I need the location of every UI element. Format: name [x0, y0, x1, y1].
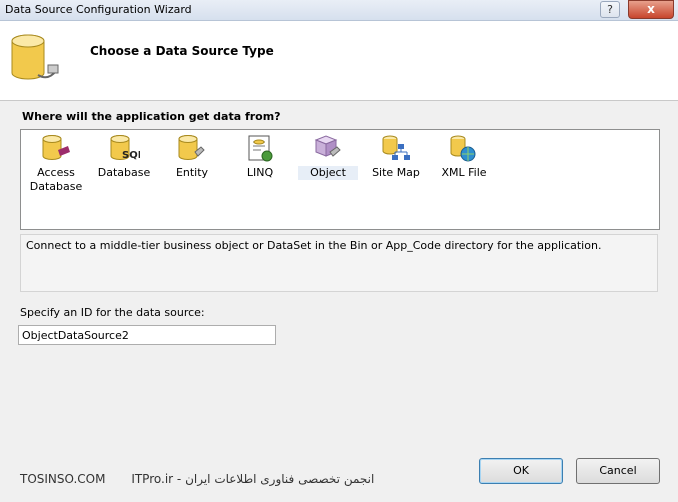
type-access-database[interactable]: Access Database [26, 134, 86, 194]
type-label: Access Database [29, 166, 83, 193]
window-title: Data Source Configuration Wizard [5, 3, 192, 16]
access-database-icon [26, 134, 86, 164]
description-text: Connect to a middle-tier business object… [26, 239, 602, 252]
ok-button[interactable]: OK [479, 458, 563, 484]
type-entity[interactable]: Entity [162, 134, 222, 180]
object-icon [298, 134, 358, 164]
page-title: Choose a Data Source Type [90, 44, 274, 58]
type-label: Entity [175, 166, 209, 179]
type-object[interactable]: Object [298, 134, 358, 180]
type-label: Site Map [372, 166, 420, 179]
database-plug-icon [8, 31, 60, 94]
watermark: TOSINSO.COM ITPro.ir - انجمن تخصصی فناور… [20, 472, 374, 486]
cancel-button[interactable]: Cancel [576, 458, 660, 484]
entity-icon [162, 134, 222, 164]
type-label: Object [298, 166, 358, 180]
data-source-type-list[interactable]: AccessDatabase SQL Database Entity [20, 129, 660, 230]
svg-text:SQL: SQL [122, 150, 140, 161]
watermark-site: TOSINSO.COM [20, 472, 106, 486]
sql-database-icon: SQL [94, 134, 154, 164]
type-label: XML File [441, 166, 487, 179]
xml-file-icon [434, 134, 494, 164]
type-site-map[interactable]: Site Map [366, 134, 426, 180]
linq-icon [230, 134, 290, 164]
data-source-id-input[interactable] [18, 325, 276, 345]
type-xml-file[interactable]: XML File [434, 134, 494, 180]
type-label: LINQ [246, 166, 274, 179]
source-question-label: Where will the application get data from… [22, 110, 281, 123]
site-map-icon [366, 134, 426, 164]
help-button[interactable]: ? [600, 1, 620, 18]
title-bar: Data Source Configuration Wizard ? x [0, 0, 678, 21]
close-button[interactable]: x [628, 0, 674, 19]
id-field-label: Specify an ID for the data source: [20, 306, 205, 319]
type-linq[interactable]: LINQ [230, 134, 290, 180]
wizard-header: Choose a Data Source Type [0, 21, 678, 101]
type-database[interactable]: SQL Database [94, 134, 154, 180]
type-label: Database [97, 166, 151, 179]
watermark-text: ITPro.ir - انجمن تخصصی فناوری اطلاعات ای… [131, 472, 375, 486]
description-panel: Connect to a middle-tier business object… [20, 234, 658, 292]
